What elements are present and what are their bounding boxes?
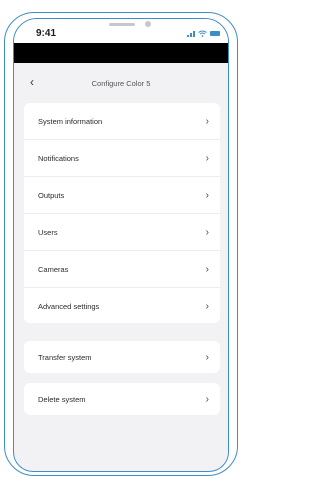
speaker-icon [109,23,135,26]
battery-icon [210,30,220,36]
menu-item-notifications[interactable]: Notifications › [24,140,220,177]
menu-item-outputs[interactable]: Outputs › [24,177,220,214]
status-time: 9:41 [36,28,57,39]
chevron-right-icon: › [205,393,209,405]
header-banner [14,43,228,63]
menu-item-label: Notifications [38,153,79,163]
camera-dot-icon [145,21,151,27]
chevron-right-icon: › [205,263,209,275]
settings-group-transfer: Transfer system › [24,341,220,373]
menu-item-label: Cameras [38,264,69,274]
settings-group-delete: Delete system › [24,383,220,415]
menu-item-label: System information [38,116,103,126]
menu-item-transfer-system[interactable]: Transfer system › [24,341,220,373]
menu-item-label: Delete system [38,394,86,404]
settings-group-main: System information › Notifications › Out… [24,103,220,323]
status-icons [187,28,220,38]
nav-bar: ‹ Configure Color 5 [14,71,228,97]
menu-item-cameras[interactable]: Cameras › [24,251,220,288]
chevron-right-icon: › [205,351,209,363]
signal-icon [187,30,195,37]
wifi-icon [198,30,207,37]
chevron-right-icon: › [205,301,209,312]
menu-item-label: Users [38,227,58,237]
menu-item-label: Advanced settings [38,302,100,311]
chevron-right-icon: › [205,115,209,127]
menu-item-system-information[interactable]: System information › [24,103,220,140]
menu-item-users[interactable]: Users › [24,214,220,251]
menu-item-label: Outputs [38,190,65,200]
chevron-right-icon: › [205,189,209,201]
menu-item-delete-system[interactable]: Delete system › [24,383,220,415]
status-bar: 9:41 [14,19,228,43]
menu-item-label: Transfer system [38,352,92,362]
phone-screen: 9:41 ‹ Configure Color 5 System informat… [13,18,229,472]
page-title: Configure Color 5 [91,79,151,88]
chevron-right-icon: › [205,152,209,164]
menu-item-advanced-settings[interactable]: Advanced settings › [24,288,220,325]
chevron-right-icon: › [205,226,209,238]
